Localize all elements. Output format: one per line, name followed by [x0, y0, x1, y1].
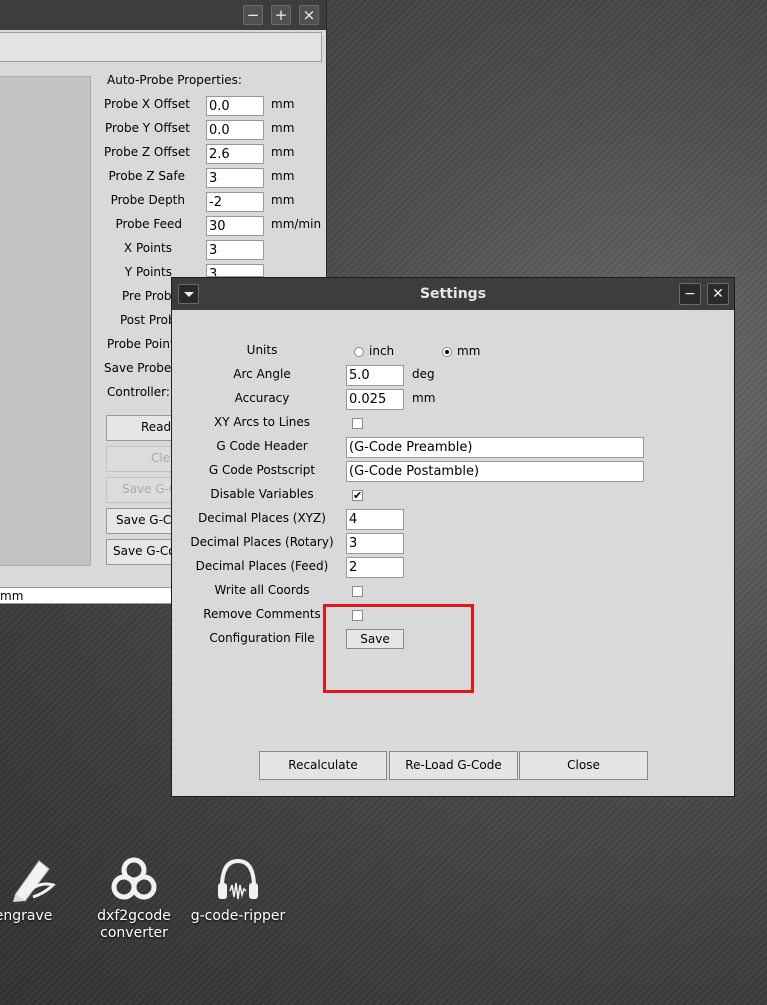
dialog-title: Settings [419, 286, 487, 302]
reload-gcode-button[interactable]: Re-Load G-Code [389, 751, 518, 780]
probe-x-offset-label: Probe X Offset [104, 97, 190, 111]
desktop-icon-label: g-code-ripper [190, 908, 286, 924]
probe-y-offset-input[interactable]: 0.0 [206, 120, 264, 140]
decimal-rotary-input[interactable]: 3 [346, 533, 404, 554]
y-points-label: Y Points [124, 265, 172, 279]
gcode-postscript-label: G Code Postscript [208, 463, 316, 477]
desktop-icon-g-code-ripper[interactable]: g-code-ripper [190, 855, 286, 925]
auto-probe-heading: Auto-Probe Properties: [107, 73, 242, 87]
desktop-icon-label: f-engrave [0, 908, 53, 924]
close-button[interactable]: ✕ [707, 283, 729, 305]
status-bar: mm [0, 587, 175, 604]
xy-arcs-label: XY Arcs to Lines [213, 415, 311, 429]
unit-label: mm [271, 121, 295, 135]
probe-feed-label: Probe Feed [115, 217, 182, 231]
probe-z-safe-label: Probe Z Safe [108, 169, 185, 183]
decimal-rotary-label: Decimal Places (Rotary) [190, 535, 334, 549]
unit-label: mm/min [271, 217, 322, 231]
minimize-button[interactable]: − [679, 283, 701, 305]
probe-z-offset-input[interactable]: 2.6 [206, 144, 264, 164]
desktop-icon-f-engrave[interactable]: f-engrave [0, 855, 62, 925]
units-label: Units [246, 343, 278, 357]
accuracy-input[interactable]: 0.025 [346, 389, 404, 410]
unit-label: mm [271, 145, 295, 159]
maximize-button[interactable]: + [271, 5, 291, 25]
probe-z-safe-input[interactable]: 3 [206, 168, 264, 188]
probe-depth-input[interactable]: -2 [206, 192, 264, 212]
units-inch-radio[interactable] [354, 347, 364, 357]
probe-feed-input[interactable]: 30 [206, 216, 264, 236]
unit-label: mm [271, 193, 295, 207]
unit-label: mm [271, 97, 295, 111]
units-inch-label: inch [369, 344, 395, 358]
recalculate-button[interactable]: Recalculate [259, 751, 387, 780]
headphones-icon [218, 858, 258, 900]
x-points-label: X Points [123, 241, 172, 255]
unit-label: mm [271, 169, 295, 183]
minimize-button[interactable]: − [243, 5, 263, 25]
dialog-titlebar: Settings − ✕ [172, 278, 734, 310]
disable-variables-checkbox[interactable]: ✔ [352, 490, 363, 501]
disable-variables-label: Disable Variables [210, 487, 314, 501]
accuracy-unit: mm [412, 391, 436, 405]
controller-label: Controller: [107, 385, 170, 399]
settings-dialog: Settings − ✕ Units inch mm Arc Angle 5.0… [171, 277, 735, 797]
highlight-box [323, 604, 474, 693]
toolbar-strip [0, 32, 322, 62]
xy-arcs-checkbox[interactable] [352, 418, 363, 429]
decimal-xyz-input[interactable]: 4 [346, 509, 404, 530]
desktop-icon-label-line2: converter [100, 925, 168, 941]
gcode-header-label: G Code Header [216, 439, 308, 453]
arc-angle-unit: deg [412, 367, 435, 381]
decimal-xyz-label: Decimal Places (XYZ) [198, 511, 326, 525]
decimal-feed-label: Decimal Places (Feed) [195, 559, 329, 573]
close-button[interactable]: × [299, 5, 319, 25]
units-mm-radio[interactable] [442, 347, 452, 357]
arc-angle-input[interactable]: 5.0 [346, 365, 404, 386]
gcode-postscript-input[interactable]: (G-Code Postamble) [346, 461, 644, 482]
write-all-coords-checkbox[interactable] [352, 586, 363, 597]
gcode-header-input[interactable]: (G-Code Preamble) [346, 437, 644, 458]
close-dialog-button[interactable]: Close [519, 751, 648, 780]
y-points-input[interactable]: 3 [206, 264, 264, 277]
probe-depth-label: Probe Depth [110, 193, 185, 207]
x-points-input[interactable]: 3 [206, 240, 264, 260]
units-mm-label: mm [457, 344, 481, 358]
pen-feather-icon [13, 860, 56, 902]
probe-y-offset-label: Probe Y Offset [104, 121, 190, 135]
desktop-icon-label: dxf2gcode [97, 908, 171, 924]
trefoil-icon [111, 857, 157, 900]
window-titlebar: − + × [0, 0, 326, 30]
write-all-coords-label: Write all Coords [214, 583, 310, 597]
arc-angle-label: Arc Angle [233, 367, 291, 381]
accuracy-label: Accuracy [234, 391, 290, 405]
probe-z-offset-label: Probe Z Offset [104, 145, 190, 159]
probe-x-offset-input[interactable]: 0.0 [206, 96, 264, 116]
decimal-feed-input[interactable]: 2 [346, 557, 404, 578]
desktop-icon-dxf2gcode[interactable]: dxf2gcode converter [96, 855, 172, 942]
